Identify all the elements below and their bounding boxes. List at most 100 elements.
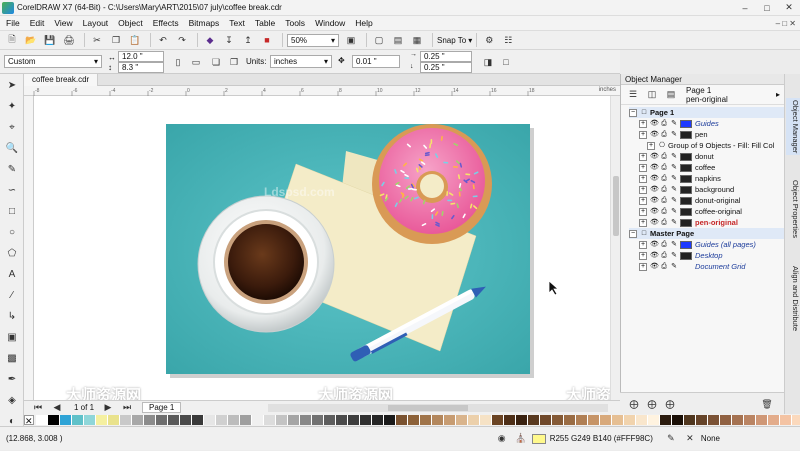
palette-swatch[interactable]	[263, 415, 276, 425]
vertical-ruler[interactable]	[24, 96, 34, 400]
palette-swatch[interactable]	[167, 415, 180, 425]
new-master-layer-all-icon[interactable]: ⨁	[662, 396, 678, 412]
scroll-thumb[interactable]	[613, 176, 619, 236]
interactive-fill-tool-icon[interactable]: ◈	[3, 391, 21, 409]
page-tab[interactable]: Page 1	[142, 402, 182, 413]
palette-swatch[interactable]	[755, 415, 768, 425]
palette-swatch[interactable]	[515, 415, 528, 425]
print-icon[interactable]: ⎙	[660, 252, 668, 260]
landscape-icon[interactable]: ▭	[188, 54, 204, 70]
redo-icon[interactable]: ↷	[174, 32, 190, 48]
eye-icon[interactable]: 👁	[650, 241, 659, 249]
object-group-row[interactable]: + ⎔ Group of 9 Objects - Fill: Fill Col	[629, 140, 784, 151]
eye-icon[interactable]: 👁	[650, 263, 659, 271]
menu-edit[interactable]: Edit	[30, 18, 45, 28]
menu-object[interactable]: Object	[118, 18, 143, 28]
menu-effects[interactable]: Effects	[153, 18, 179, 28]
show-object-properties-icon[interactable]: ☰	[625, 87, 641, 103]
parallel-dimension-tool-icon[interactable]: ∕	[3, 286, 21, 304]
layer-row[interactable]: + 👁 ⎙ ✎ Guides	[629, 118, 784, 129]
palette-swatch[interactable]	[299, 415, 312, 425]
palette-swatch[interactable]	[443, 415, 456, 425]
horizontal-ruler[interactable]: -8 -6 -4 -2 0 2 4 6 8 10 12 14 16 18 inches	[24, 86, 620, 96]
palette-swatch[interactable]	[503, 415, 516, 425]
palette-swatch[interactable]	[611, 415, 624, 425]
edit-bleed-icon[interactable]: ◨	[480, 54, 496, 70]
eye-icon[interactable]: 👁	[650, 219, 659, 227]
nudge-distance-input[interactable]: 0.01 "	[352, 55, 400, 68]
palette-swatch[interactable]	[383, 415, 396, 425]
layer-row[interactable]: + 👁 ⎙ ✎ Guides (all pages)	[629, 239, 784, 250]
show-grid-icon[interactable]: ▦	[409, 32, 425, 48]
new-document-icon[interactable]: 🗎	[4, 32, 20, 48]
palette-swatch[interactable]	[251, 415, 264, 425]
palette-swatch[interactable]	[647, 415, 660, 425]
layer-color-swatch[interactable]	[680, 152, 692, 161]
freehand-tool-icon[interactable]: ✎	[3, 160, 21, 178]
lock-icon[interactable]: ✎	[670, 120, 678, 128]
palette-swatch[interactable]	[275, 415, 288, 425]
zoom-tool-icon[interactable]: 🔍	[3, 139, 21, 157]
menu-table[interactable]: Table	[255, 18, 275, 28]
palette-swatch[interactable]	[683, 415, 696, 425]
menu-bitmaps[interactable]: Bitmaps	[189, 18, 220, 28]
print-icon[interactable]: ⎙	[660, 186, 668, 194]
lock-icon[interactable]: ✎	[670, 175, 678, 183]
vertical-scrollbar[interactable]	[610, 96, 620, 400]
palette-swatch[interactable]	[455, 415, 468, 425]
layer-row[interactable]: + 👁 ⎙ ✎ background	[629, 184, 784, 195]
layer-manager-view-icon[interactable]: ▤	[663, 87, 679, 103]
menu-view[interactable]: View	[54, 18, 72, 28]
palette-swatch[interactable]	[59, 415, 72, 425]
layer-row[interactable]: + 👁 ⎙ ✎ pen-original	[629, 217, 784, 228]
eye-icon[interactable]: 👁	[650, 164, 659, 172]
expand-icon[interactable]: +	[639, 251, 647, 260]
drawing-canvas[interactable]: Ldspsd.com Ldspsd.com	[26, 96, 610, 400]
duplicate-distance-y-input[interactable]: 0.25 "	[420, 62, 472, 73]
docker-tab-object-properties[interactable]: Object Properties	[786, 178, 800, 240]
collapse-icon[interactable]: −	[629, 108, 637, 117]
print-icon[interactable]: ⎙	[660, 153, 668, 161]
expand-icon[interactable]: +	[647, 141, 655, 150]
polygon-tool-icon[interactable]: ⬠	[3, 244, 21, 262]
save-icon[interactable]: 💾	[42, 32, 58, 48]
page-preset-select[interactable]: Custom ▾	[4, 55, 102, 68]
palette-swatch[interactable]	[479, 415, 492, 425]
lock-icon[interactable]: ✎	[670, 219, 678, 227]
expand-icon[interactable]: +	[639, 185, 647, 194]
palette-swatch[interactable]	[35, 415, 48, 425]
expand-icon[interactable]: +	[639, 218, 647, 227]
page-width-input[interactable]: 12.0 "	[118, 51, 164, 62]
layer-row[interactable]: + 👁 ⎙ ✎ donut	[629, 151, 784, 162]
layer-row[interactable]: + 👁 ⎙ ✎ pen	[629, 129, 784, 140]
current-page-icon[interactable]: ❐	[226, 54, 242, 70]
print-icon[interactable]: ⎙	[660, 197, 668, 205]
expand-icon[interactable]: +	[639, 196, 647, 205]
lock-icon[interactable]: ✎	[670, 208, 678, 216]
lock-icon[interactable]: ✎	[670, 131, 678, 139]
transparency-tool-icon[interactable]: ▩	[3, 349, 21, 367]
palette-swatch[interactable]	[71, 415, 84, 425]
application-launcher-icon[interactable]: ☷	[500, 32, 516, 48]
eye-icon[interactable]: 👁	[650, 186, 659, 194]
print-icon[interactable]: ⎙	[660, 164, 668, 172]
close-icon[interactable]: ✕	[778, 0, 800, 16]
full-screen-icon[interactable]: ▢	[371, 32, 387, 48]
layer-row[interactable]: + 👁 ⎙ ✎ Desktop	[629, 250, 784, 261]
new-master-layer-icon[interactable]: ⨁	[644, 396, 660, 412]
palette-swatch[interactable]	[551, 415, 564, 425]
palette-swatch[interactable]	[83, 415, 96, 425]
palette-swatch[interactable]	[287, 415, 300, 425]
edit-across-layers-icon[interactable]: ◫	[644, 87, 660, 103]
collapse-icon[interactable]: −	[629, 229, 637, 238]
palette-swatch[interactable]	[203, 415, 216, 425]
print-icon[interactable]: ⎙	[660, 175, 668, 183]
rectangle-tool-icon[interactable]: □	[3, 202, 21, 220]
layer-row[interactable]: + 👁 ⎙ ✎ coffee-original	[629, 206, 784, 217]
connector-tool-icon[interactable]: ↳	[3, 307, 21, 325]
maximize-icon[interactable]: □	[756, 0, 778, 16]
eye-icon[interactable]: 👁	[650, 197, 659, 205]
palette-swatch[interactable]	[671, 415, 684, 425]
cut-icon[interactable]: ✂	[89, 32, 105, 48]
palette-swatch[interactable]	[131, 415, 144, 425]
